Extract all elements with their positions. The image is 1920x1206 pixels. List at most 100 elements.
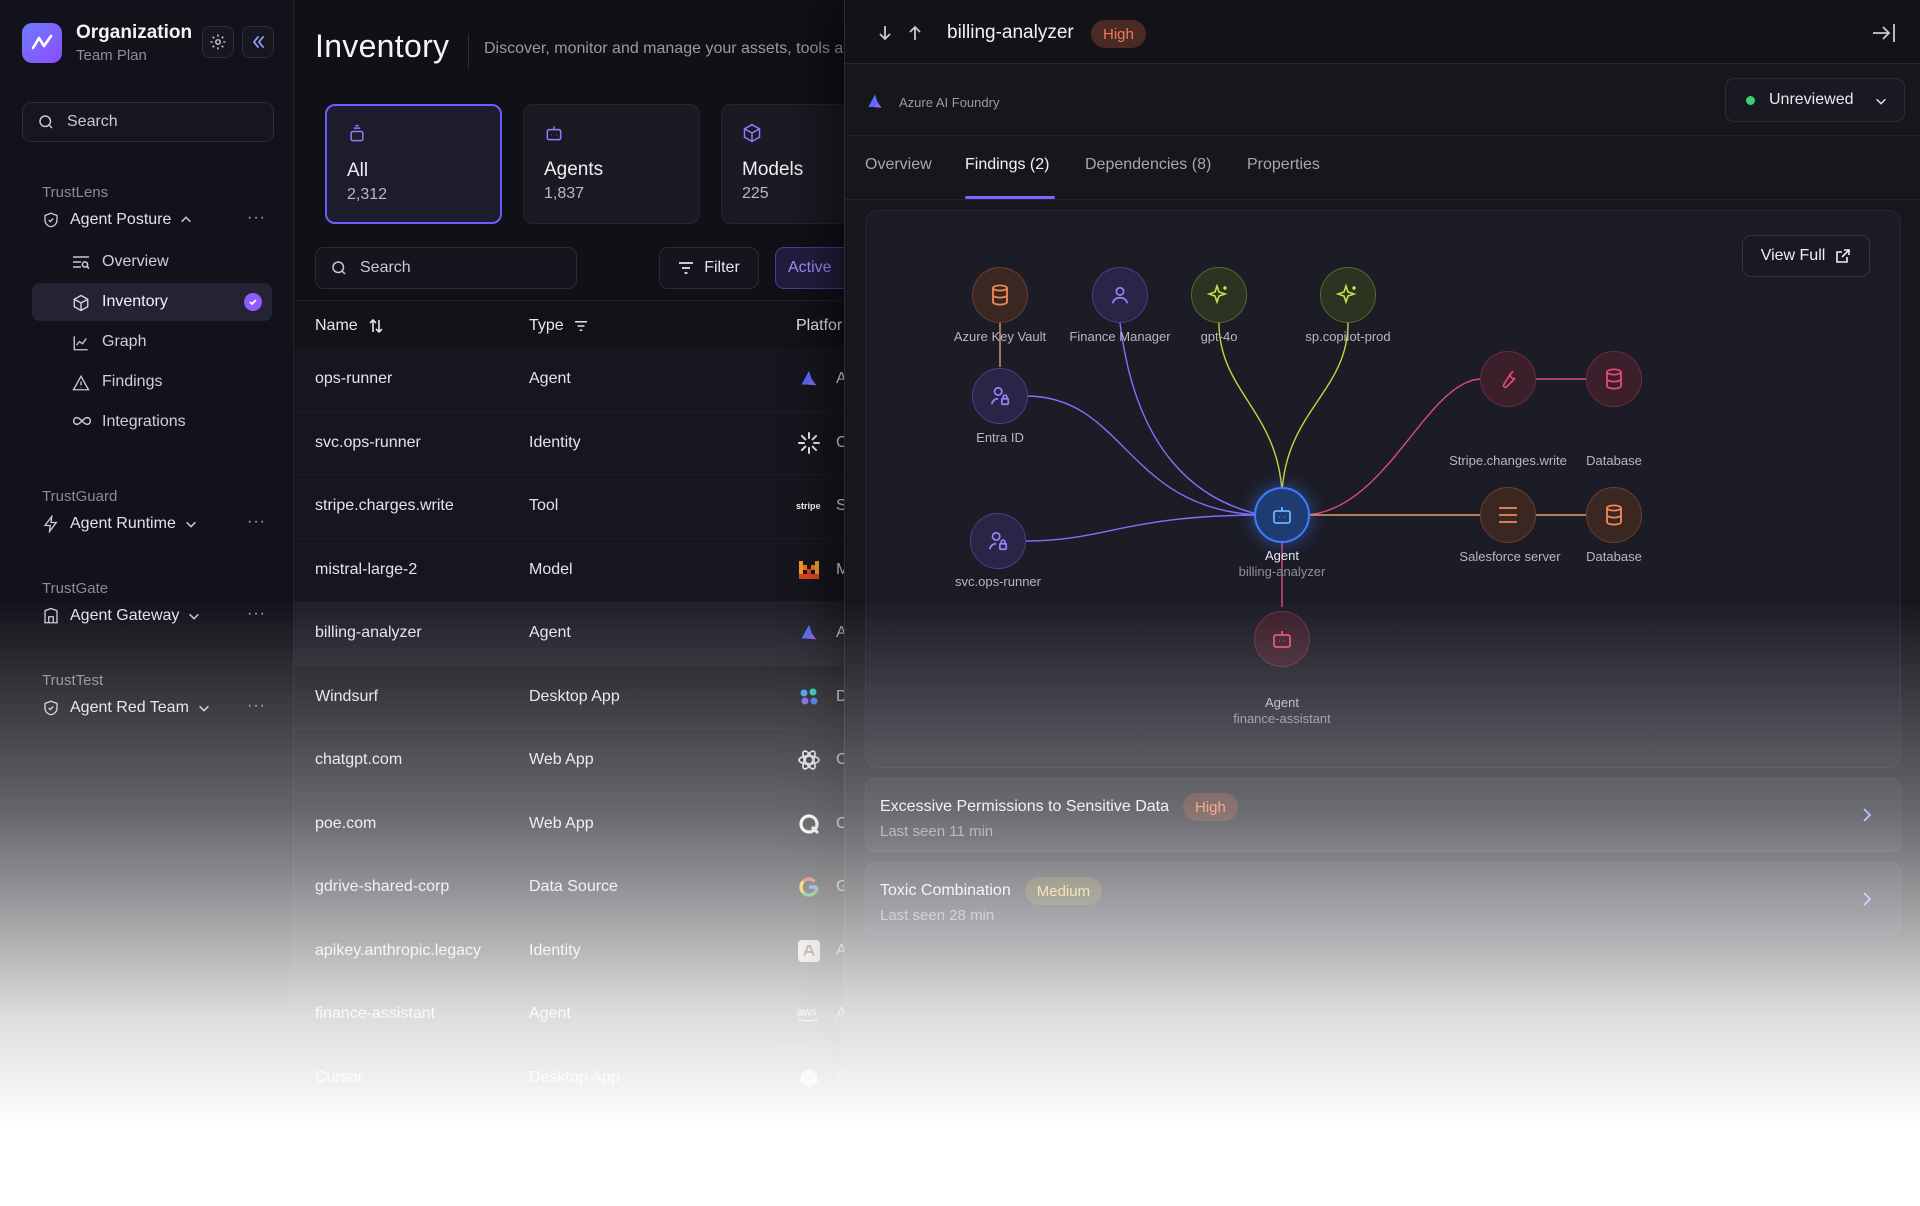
- tab-overview[interactable]: Overview: [865, 156, 932, 174]
- column-header-platform[interactable]: Platfor: [796, 317, 842, 335]
- sidebar-item-label: Inventory: [102, 293, 168, 310]
- robot-icon: [1273, 507, 1291, 524]
- category-card-agents[interactable]: Agents 1,837: [523, 104, 700, 224]
- sidebar-item-inventory[interactable]: Inventory: [32, 283, 272, 321]
- settings-button[interactable]: [202, 26, 234, 58]
- active-tab-indicator: [965, 196, 1055, 199]
- graph-node-sp-copilot-prod[interactable]: [1320, 267, 1376, 323]
- sidebar-item-integrations[interactable]: Integrations: [32, 403, 272, 441]
- graph-node-agent-billing-analyzer[interactable]: [1254, 487, 1310, 543]
- group-trustguard: TrustGuard Agent Runtime ···: [22, 488, 274, 537]
- table-row[interactable]: apikey.anthropic.legacy Identity A: [294, 919, 847, 983]
- row-name: ops-runner: [315, 370, 393, 387]
- inventory-main: Inventory Discover, monitor and manage y…: [294, 0, 898, 1130]
- table-row[interactable]: gdrive-shared-corp Data Source G: [294, 856, 848, 920]
- table-row[interactable]: ops-runner Agent A: [294, 348, 847, 412]
- column-header-type[interactable]: Type: [529, 317, 588, 335]
- graph-node-database-2[interactable]: [1586, 487, 1642, 543]
- cube-icon: [743, 123, 761, 143]
- sidebar-item-findings[interactable]: Findings: [32, 363, 272, 401]
- row-name: Cursor: [315, 1068, 364, 1086]
- group-label: Agent Red Team: [70, 699, 189, 716]
- tab-properties[interactable]: Properties: [1247, 156, 1320, 174]
- more-options-button[interactable]: ···: [247, 209, 266, 227]
- view-full-button[interactable]: View Full: [1742, 235, 1870, 277]
- graph-node-gpt-4o[interactable]: [1191, 267, 1247, 323]
- row-name: svc.ops-runner: [315, 433, 421, 451]
- table-row[interactable]: Cursor Desktop App C: [294, 1046, 848, 1110]
- graph-node-label: Stripe.changes.write: [1449, 453, 1567, 468]
- svg-text:aws: aws: [797, 1007, 817, 1019]
- graph-node-salesforce-server[interactable]: [1480, 487, 1536, 543]
- server-icon: [1499, 507, 1517, 523]
- group-toggle-agent-posture[interactable]: Agent Posture ···: [42, 207, 274, 233]
- table-row[interactable]: svc.ops-runner Identity C: [294, 411, 848, 475]
- table-row[interactable]: mistral-large-2 Model M: [294, 538, 849, 602]
- chevron-right-icon: [1863, 808, 1872, 822]
- group-title: TrustGate: [42, 580, 109, 597]
- group-toggle-agent-gateway[interactable]: Agent Gateway ···: [42, 603, 274, 629]
- node-title: Agent: [1265, 548, 1299, 563]
- view-full-label: View Full: [1760, 247, 1826, 264]
- sidebar-item-graph[interactable]: Graph: [32, 323, 272, 361]
- row-type: Web App: [529, 751, 594, 768]
- more-options-button[interactable]: ···: [247, 697, 266, 715]
- collapse-sidebar-button[interactable]: [242, 26, 274, 58]
- group-toggle-agent-red-team[interactable]: Agent Red Team ···: [42, 695, 274, 721]
- stack-icon: [350, 124, 364, 142]
- finding-row[interactable]: Excessive Permissions to Sensitive Data …: [865, 778, 1901, 852]
- sidebar-search[interactable]: Search: [22, 102, 274, 142]
- robot-icon: [546, 126, 562, 141]
- arrow-down-icon[interactable]: [877, 24, 893, 42]
- graph-node-svc-ops-runner[interactable]: [970, 513, 1026, 569]
- tab-findings[interactable]: Findings (2): [965, 156, 1049, 174]
- status-dropdown[interactable]: Unreviewed: [1725, 78, 1905, 122]
- graph-node-agent-finance-assistant[interactable]: [1254, 611, 1310, 667]
- table-row[interactable]: Windsurf Desktop App D: [294, 665, 848, 729]
- graph-node-label: svc.ops-runner: [955, 574, 1041, 589]
- filter-label: Filter: [704, 259, 740, 276]
- wrench-icon: [1502, 370, 1516, 389]
- more-options-button[interactable]: ···: [247, 513, 266, 531]
- filter-button[interactable]: Filter: [659, 247, 759, 289]
- org-switcher[interactable]: Organization Team Plan: [22, 22, 192, 64]
- inventory-search-input[interactable]: Search: [315, 247, 577, 289]
- search-icon: [39, 115, 53, 129]
- group-trustgate: TrustGate Agent Gateway ···: [22, 580, 274, 629]
- graph-node-azure-key-vault[interactable]: [972, 267, 1028, 323]
- row-type: Desktop App: [529, 687, 620, 705]
- arrow-up-icon[interactable]: [907, 24, 923, 42]
- table-row[interactable]: finance-assistant Agent aws A: [294, 983, 847, 1047]
- database-icon: [1606, 504, 1622, 526]
- graph-node-entra-id[interactable]: [972, 368, 1028, 424]
- chevron-down-icon: [189, 613, 200, 620]
- table-row[interactable]: chatgpt.com Web App C: [294, 729, 848, 793]
- cursor-icon: [796, 1065, 822, 1091]
- close-panel-icon[interactable]: [1871, 22, 1897, 44]
- user-icon: [1111, 286, 1129, 304]
- table-row[interactable]: billing-analyzer Agent A: [294, 602, 847, 666]
- column-header-name[interactable]: Name: [315, 317, 384, 335]
- category-card-all[interactable]: All 2,312: [325, 104, 502, 224]
- lightning-icon: [43, 515, 58, 533]
- page-description: Discover, monitor and manage your assets…: [484, 40, 844, 57]
- detail-header: billing-analyzer High: [845, 0, 1920, 64]
- graph-node-database-1[interactable]: [1586, 351, 1642, 407]
- table-row[interactable]: stripe.charges.write Tool stripe S: [294, 475, 847, 539]
- status-label: Unreviewed: [1769, 91, 1854, 108]
- finding-row[interactable]: Toxic Combination Medium Last seen 28 mi…: [865, 862, 1901, 936]
- active-filter-chip[interactable]: Active: [775, 247, 855, 289]
- more-options-button[interactable]: ···: [247, 605, 266, 623]
- group-toggle-agent-runtime[interactable]: Agent Runtime ···: [42, 511, 274, 537]
- sidebar-item-overview[interactable]: Overview: [32, 243, 272, 281]
- finding-title: Toxic Combination: [880, 882, 1011, 899]
- graph-node-finance-manager[interactable]: [1092, 267, 1148, 323]
- dependency-graph[interactable]: View Full Azure Key Vault Finance Manage…: [865, 210, 1901, 768]
- row-name: poe.com: [315, 814, 377, 832]
- sidebar-item-label: Integrations: [102, 413, 186, 430]
- table-row[interactable]: poe.com Web App C: [294, 792, 848, 856]
- tab-dependencies[interactable]: Dependencies (8): [1085, 156, 1211, 174]
- graph-node-stripe-changes-write[interactable]: [1480, 351, 1536, 407]
- group-title: TrustLens: [42, 184, 109, 201]
- chevron-down-icon: [185, 521, 196, 528]
